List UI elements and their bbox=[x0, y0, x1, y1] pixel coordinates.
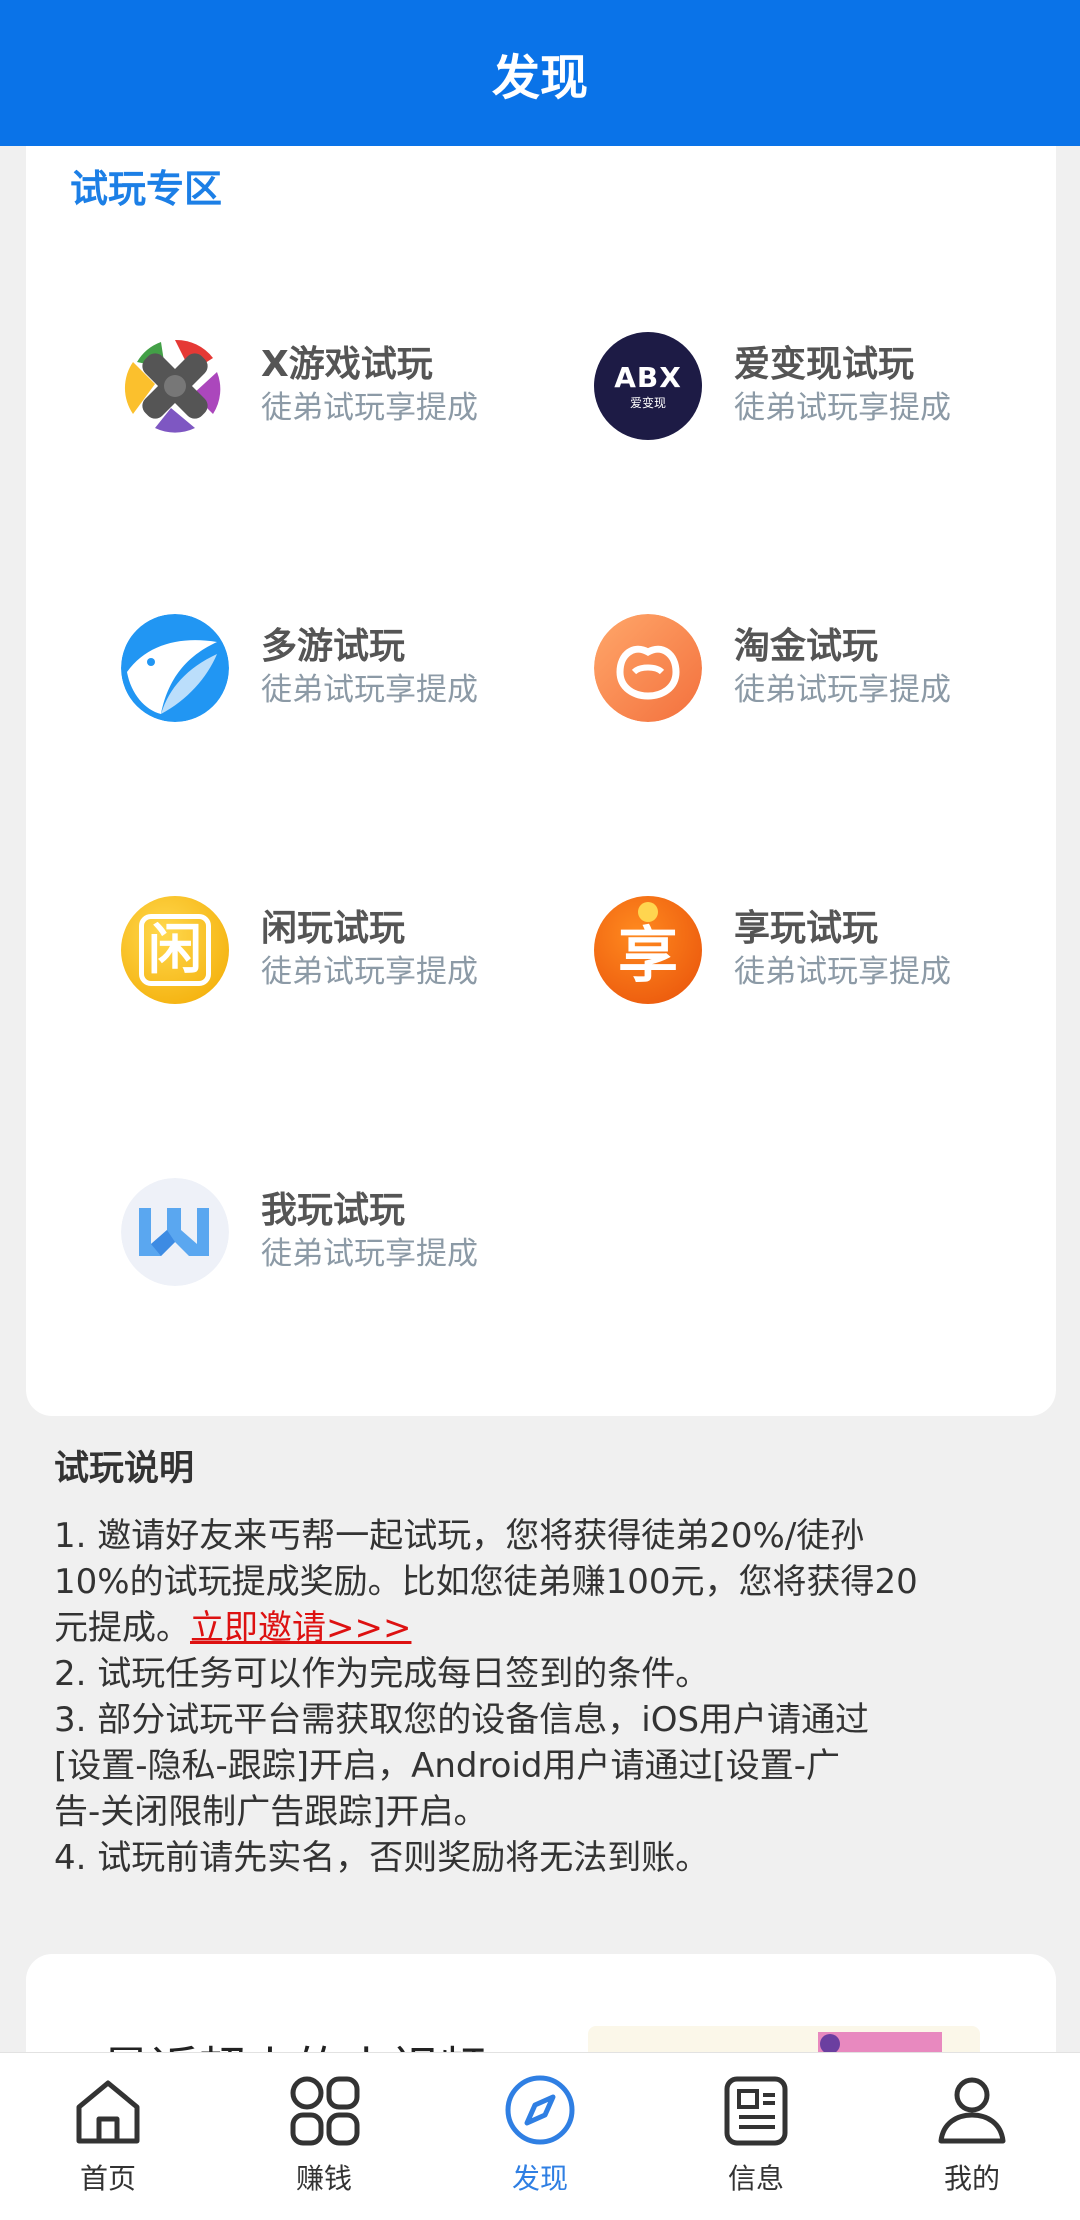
tab-info[interactable]: 信息 bbox=[648, 2053, 864, 2220]
trial-item-subtitle: 徒弟试玩享提成 bbox=[734, 672, 951, 708]
duoyou-icon bbox=[121, 614, 229, 722]
description-line: 1. 邀请好友来丐帮一起试玩，您将获得徒弟20%/徒孙 bbox=[54, 1516, 865, 1556]
trial-item-subtitle: 徒弟试玩享提成 bbox=[734, 954, 951, 990]
trial-item-title: 多游试玩 bbox=[261, 626, 406, 667]
trial-item-title: X游戏试玩 bbox=[261, 344, 433, 385]
description-line: 2. 试玩任务可以作为完成每日签到的条件。 bbox=[54, 1654, 710, 1694]
description-line: [设置-隐私-跟踪]开启，Android用户请通过[设置-广 bbox=[54, 1746, 841, 1786]
description-title: 试玩说明 bbox=[54, 1449, 195, 1489]
tab-home[interactable]: 首页 bbox=[0, 2053, 216, 2220]
grid-icon bbox=[290, 2076, 360, 2146]
trial-item-title: 爱变现试玩 bbox=[734, 344, 915, 385]
trial-item-wowan[interactable]: 我玩试玩 徒弟试玩享提成 bbox=[121, 1172, 601, 1292]
description-line: 3. 部分试玩平台需获取您的设备信息，iOS用户请通过 bbox=[54, 1700, 870, 1740]
invite-link[interactable]: 立即邀请>>> bbox=[190, 1608, 411, 1648]
trial-item-subtitle: 徒弟试玩享提成 bbox=[261, 1236, 478, 1272]
tab-label: 赚钱 bbox=[295, 2162, 352, 2195]
tab-label: 发现 bbox=[511, 2162, 568, 2195]
trial-card: 试玩专区 X游戏试玩 徒弟试玩享提成 ABX 爱变现 爱变现试玩 徒弟试玩享提成… bbox=[26, 146, 1056, 1416]
description-line: 告-关闭限制广告跟踪]开启。 bbox=[54, 1792, 488, 1832]
trial-item-subtitle: 徒弟试玩享提成 bbox=[261, 672, 478, 708]
xianwan-icon: 闲 bbox=[121, 896, 229, 1004]
bottom-tab-bar: 首页 赚钱 发现 信息 我的 bbox=[0, 2052, 1080, 2220]
user-icon bbox=[938, 2077, 1006, 2144]
description-line: 元提成。立即邀请>>> bbox=[54, 1608, 412, 1648]
trial-item-abx[interactable]: ABX 爱变现 爱变现试玩 徒弟试玩享提成 bbox=[594, 326, 1074, 446]
trial-item-title: 我玩试玩 bbox=[261, 1190, 406, 1231]
trial-item-x-game[interactable]: X游戏试玩 徒弟试玩享提成 bbox=[121, 326, 601, 446]
tab-earn[interactable]: 赚钱 bbox=[216, 2053, 432, 2220]
trial-item-subtitle: 徒弟试玩享提成 bbox=[261, 390, 478, 426]
x-game-icon bbox=[121, 332, 229, 440]
taojin-icon bbox=[594, 614, 702, 722]
home-icon bbox=[76, 2080, 140, 2144]
trial-item-taojin[interactable]: 淘金试玩 徒弟试玩享提成 bbox=[594, 608, 1074, 728]
trial-item-subtitle: 徒弟试玩享提成 bbox=[734, 390, 951, 426]
xiangwan-icon: 享 bbox=[594, 896, 702, 1004]
wowan-icon bbox=[121, 1178, 229, 1286]
trial-item-title: 淘金试玩 bbox=[734, 626, 879, 667]
tab-mine[interactable]: 我的 bbox=[864, 2053, 1080, 2220]
compass-icon bbox=[505, 2075, 575, 2145]
trial-item-title: 享玩试玩 bbox=[734, 908, 879, 949]
news-icon bbox=[724, 2076, 788, 2146]
tab-label: 首页 bbox=[79, 2162, 136, 2195]
trial-description: 试玩说明 1. 邀请好友来丐帮一起试玩，您将获得徒弟20%/徒孙 10%的试玩提… bbox=[54, 1440, 1044, 1881]
description-line: 10%的试玩提成奖励。比如您徒弟赚100元，您将获得20 bbox=[54, 1562, 918, 1602]
description-line: 4. 试玩前请先实名，否则奖励将无法到账。 bbox=[54, 1838, 710, 1878]
trial-item-title: 闲玩试玩 bbox=[261, 908, 406, 949]
tab-label: 我的 bbox=[943, 2162, 1000, 2195]
tab-discover[interactable]: 发现 bbox=[432, 2053, 648, 2220]
section-title: 试玩专区 bbox=[70, 167, 223, 211]
abx-icon: ABX 爱变现 bbox=[594, 332, 702, 440]
trial-item-xianwan[interactable]: 闲 闲玩试玩 徒弟试玩享提成 bbox=[121, 890, 601, 1010]
tab-label: 信息 bbox=[727, 2162, 784, 2195]
trial-item-xiangwan[interactable]: 享 享玩试玩 徒弟试玩享提成 bbox=[594, 890, 1074, 1010]
page-title: 发现 bbox=[491, 50, 588, 106]
header-bar: 发现 bbox=[0, 0, 1080, 146]
trial-item-subtitle: 徒弟试玩享提成 bbox=[261, 954, 478, 990]
trial-item-duoyou[interactable]: 多游试玩 徒弟试玩享提成 bbox=[121, 608, 601, 728]
